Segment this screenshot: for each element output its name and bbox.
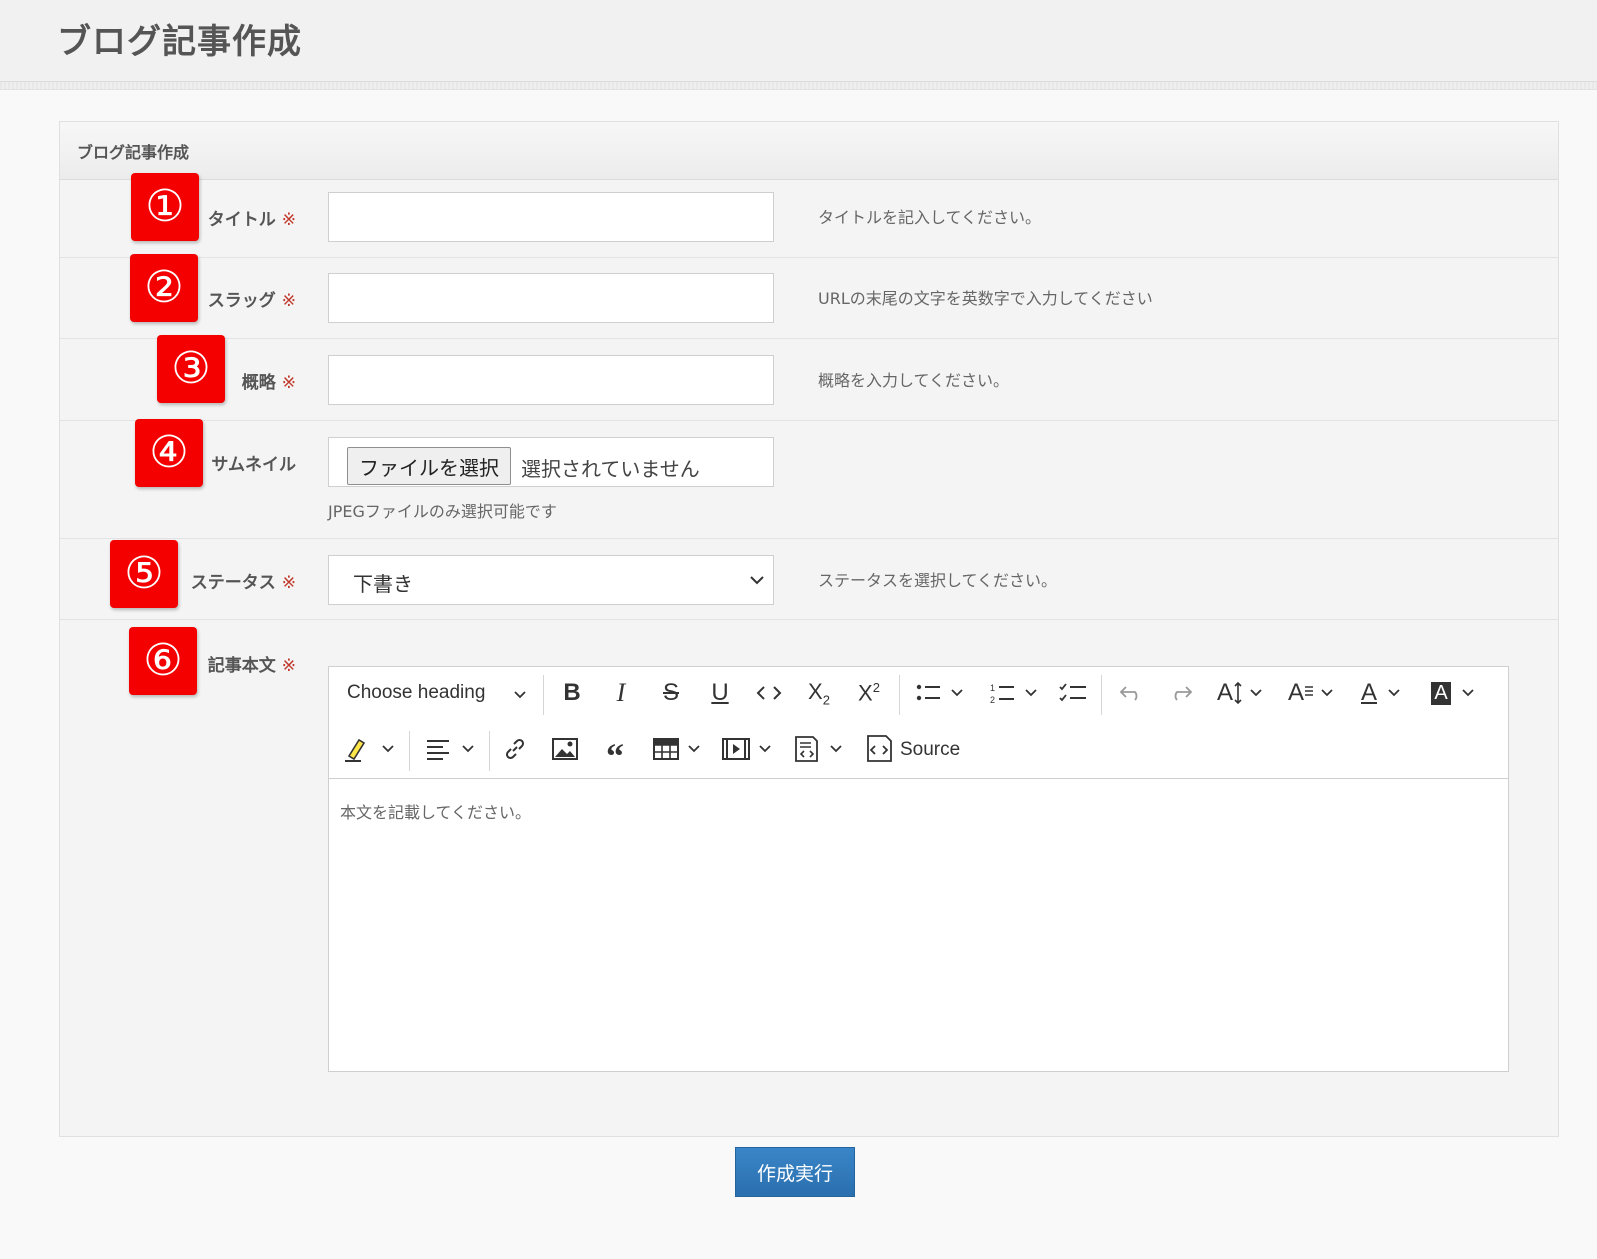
status-selected-value: 下書き xyxy=(353,572,413,596)
chevron-down-icon xyxy=(830,745,842,753)
bulleted-list-icon[interactable] xyxy=(909,673,971,713)
panel-heading: ブログ記事作成 xyxy=(60,122,1558,180)
toolbar-separator xyxy=(543,675,544,715)
blockquote-icon[interactable]: “ xyxy=(597,729,633,774)
code-icon[interactable] xyxy=(751,673,787,713)
svg-text:1: 1 xyxy=(990,683,995,693)
body-label: 記事本文 ※ xyxy=(207,656,296,676)
source-icon[interactable] xyxy=(861,729,897,769)
choose-file-button[interactable]: ファイルを選択 xyxy=(347,447,511,485)
toolbar-separator xyxy=(489,731,490,771)
marker-2: ② xyxy=(130,254,198,322)
link-icon[interactable] xyxy=(497,729,533,769)
font-size-icon[interactable]: A xyxy=(1209,673,1271,713)
page-header: ブログ記事作成 xyxy=(0,0,1597,82)
chevron-down-icon xyxy=(750,576,764,585)
toolbar-separator xyxy=(899,675,900,715)
bold-icon[interactable]: B xyxy=(554,673,590,713)
row-divider xyxy=(60,619,1558,620)
panel-heading-text: ブログ記事作成 xyxy=(77,143,190,162)
header-divider xyxy=(0,82,1597,90)
chevron-down-icon xyxy=(1025,689,1037,697)
slug-label: スラッグ ※ xyxy=(207,291,296,311)
italic-icon[interactable]: I xyxy=(603,673,639,713)
file-status: 選択されていません xyxy=(521,457,700,481)
marker-1: ① xyxy=(131,173,199,241)
table-icon[interactable] xyxy=(647,729,707,769)
chevron-down-icon xyxy=(759,745,771,753)
strikethrough-icon[interactable]: S xyxy=(653,673,689,713)
redo-icon[interactable] xyxy=(1163,673,1199,713)
row-divider xyxy=(60,538,1558,539)
chevron-down-icon xyxy=(1462,689,1474,697)
marker-4: ④ xyxy=(135,419,203,487)
rich-text-editor: Choose heading B I S U X2 X2 1 2 A A A A… xyxy=(328,666,1509,1072)
toolbar-separator xyxy=(1101,675,1102,715)
underline-icon[interactable]: U xyxy=(702,673,738,713)
summary-input[interactable] xyxy=(328,355,774,405)
chevron-down-icon xyxy=(688,745,700,753)
source-button-label[interactable]: Source xyxy=(900,739,960,761)
chevron-down-icon xyxy=(951,689,963,697)
status-select[interactable]: 下書き xyxy=(328,555,774,605)
title-help: タイトルを記入してください。 xyxy=(818,208,1042,227)
todo-list-icon[interactable] xyxy=(1055,673,1091,713)
thumbnail-label: サムネイル xyxy=(211,455,296,475)
html-embed-icon[interactable] xyxy=(787,729,849,769)
heading-dropdown[interactable]: Choose heading xyxy=(335,671,535,717)
title-label: タイトル ※ xyxy=(207,210,296,230)
font-color-icon[interactable]: A xyxy=(1353,673,1409,713)
status-help: ステータスを選択してください。 xyxy=(818,571,1058,590)
row-divider xyxy=(60,338,1558,339)
undo-icon[interactable] xyxy=(1113,673,1149,713)
submit-button[interactable]: 作成実行 xyxy=(735,1147,855,1197)
superscript-icon[interactable]: X2 xyxy=(851,673,887,713)
row-divider xyxy=(60,420,1558,421)
title-input[interactable] xyxy=(328,192,774,242)
numbered-list-icon[interactable]: 12 xyxy=(983,673,1045,713)
status-label: ステータス ※ xyxy=(190,573,296,593)
chevron-down-icon xyxy=(462,745,474,753)
font-background-color-icon[interactable]: A xyxy=(1423,673,1483,713)
media-icon[interactable] xyxy=(717,729,777,769)
slug-help: URLの末尾の文字を英数字で入力してください xyxy=(818,289,1153,308)
chevron-down-icon xyxy=(1321,689,1333,697)
slug-input[interactable] xyxy=(328,273,774,323)
font-family-icon[interactable]: A xyxy=(1283,673,1339,713)
image-icon[interactable] xyxy=(547,729,583,769)
chevron-down-icon xyxy=(382,745,394,753)
svg-text:2: 2 xyxy=(990,695,995,705)
chevron-down-icon xyxy=(1250,689,1262,697)
editor-body-placeholder[interactable]: 本文を記載してください。 xyxy=(340,799,531,823)
subscript-icon[interactable]: X2 xyxy=(801,673,837,713)
page-title: ブログ記事作成 xyxy=(57,22,302,62)
thumbnail-note: JPEGファイルのみ選択可能です xyxy=(328,502,557,521)
row-divider xyxy=(60,257,1558,258)
summary-help: 概略を入力してください。 xyxy=(818,371,1010,390)
toolbar-separator xyxy=(409,731,410,771)
marker-6: ⑥ xyxy=(129,627,197,695)
editor-toolbar: Choose heading B I S U X2 X2 1 2 A A A A… xyxy=(329,667,1508,779)
marker-3: ③ xyxy=(157,335,225,403)
form-panel: ブログ記事作成 ① タイトル ※ タイトルを記入してください。 ② スラッグ ※ U… xyxy=(59,121,1559,1137)
heading-dropdown-label: Choose heading xyxy=(347,682,486,703)
highlight-icon[interactable] xyxy=(337,729,401,769)
thumbnail-file-input[interactable]: ファイルを選択 選択されていません xyxy=(328,437,774,487)
chevron-down-icon xyxy=(1388,689,1400,697)
chevron-down-icon xyxy=(514,691,526,699)
summary-label: 概略 ※ xyxy=(241,373,296,393)
align-icon[interactable] xyxy=(419,729,481,769)
marker-5: ⑤ xyxy=(110,540,178,608)
